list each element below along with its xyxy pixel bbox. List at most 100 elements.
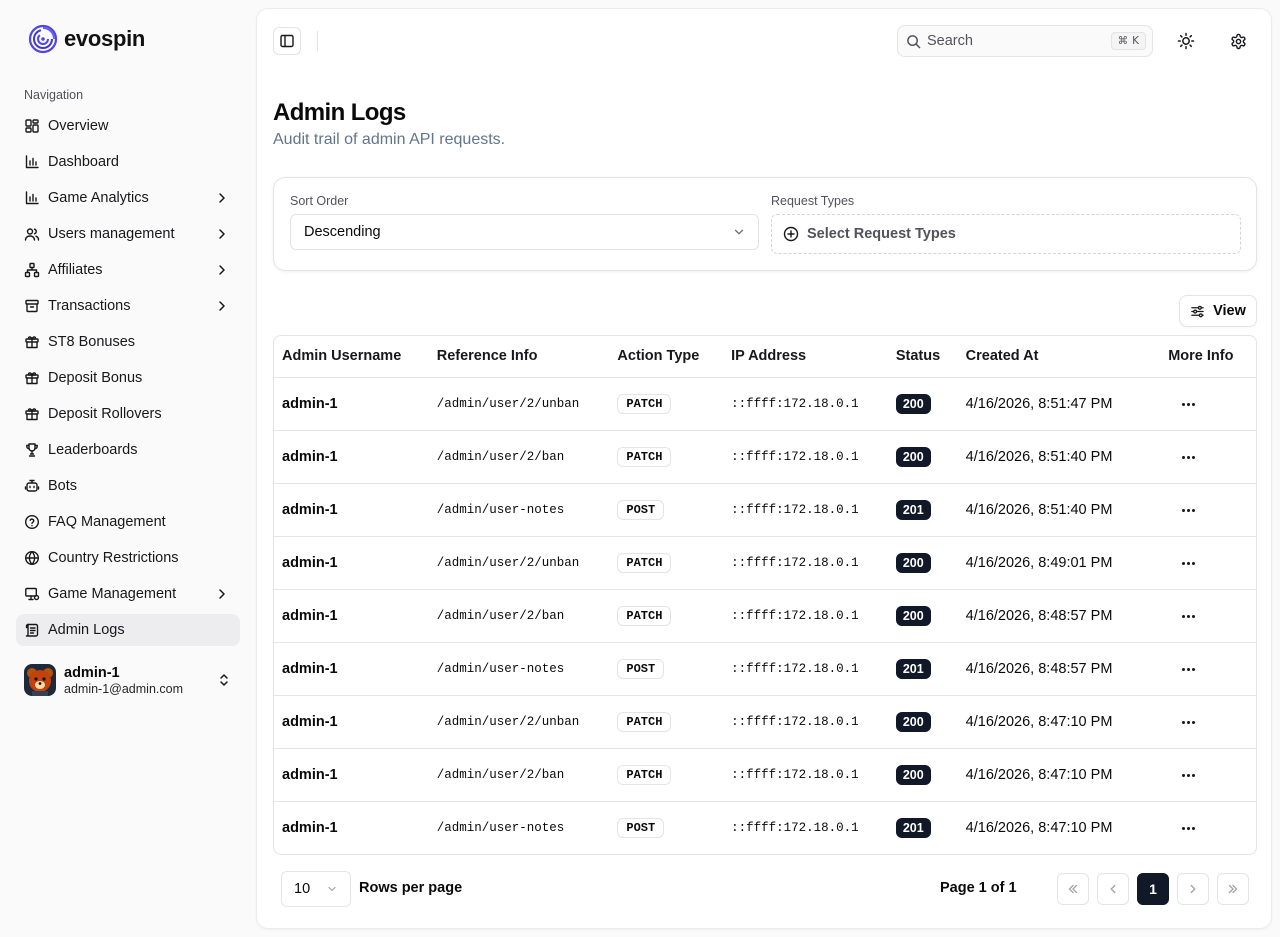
view-button-label: View (1213, 303, 1246, 319)
reference-info-cell: /admin/user-notes (428, 483, 610, 537)
column-header: More Info (1160, 336, 1256, 378)
admin-username-cell: admin-1 (274, 430, 429, 484)
search-input[interactable]: Search ⌘ K (897, 25, 1153, 57)
status-badge: 200 (895, 552, 931, 573)
more-horizontal-icon[interactable] (1178, 766, 1199, 785)
chevron-down-icon (328, 886, 336, 892)
sidebar-item-label: Leaderboards (48, 442, 138, 458)
action-type-badge: PATCH (617, 393, 672, 414)
sidebar-item-users-management[interactable]: Users management (16, 218, 240, 250)
created-at-cell: 4/16/2026, 8:47:10 PM (957, 695, 1161, 749)
bar-chart-icon (24, 154, 40, 170)
monitor-icon (24, 586, 40, 602)
next-page-button[interactable] (1177, 873, 1209, 905)
sidebar-item-st8-bonuses[interactable]: ST8 Bonuses (16, 326, 240, 358)
chevron-right-icon (219, 193, 225, 203)
ip-address-cell: ::ffff:172.18.0.1 (731, 820, 859, 835)
archive-icon (24, 298, 40, 314)
sort-order-select[interactable]: Descending (290, 214, 759, 250)
reference-info-cell: /admin/user/2/ban (428, 589, 610, 643)
sidebar-item-country-restrictions[interactable]: Country Restrictions (16, 542, 240, 574)
search-shortcut: ⌘ K (1110, 32, 1146, 50)
page-1-button[interactable]: 1 (1137, 873, 1169, 905)
status-badge: 200 (895, 764, 931, 785)
admin-username-cell: admin-1 (274, 695, 429, 749)
more-horizontal-icon[interactable] (1178, 501, 1199, 520)
created-at-cell: 4/16/2026, 8:51:40 PM (957, 483, 1161, 537)
request-types-select[interactable]: Select Request Types (771, 214, 1241, 254)
table-row: admin-1/admin/user/2/unban PATCH::ffff:17… (274, 377, 1256, 431)
sidebar-item-game-management[interactable]: Game Management (16, 578, 240, 610)
previous-page-button[interactable] (1097, 873, 1129, 905)
status-badge: 200 (895, 446, 931, 467)
sidebar-item-transactions[interactable]: Transactions (16, 290, 240, 322)
chevron-right-icon (219, 301, 225, 311)
chevron-left-icon (1110, 884, 1116, 894)
sidebar-item-label: Game Analytics (48, 190, 149, 206)
action-type-cell: POST (609, 483, 724, 537)
last-page-button[interactable] (1217, 873, 1249, 905)
sidebar-item-overview[interactable]: Overview (16, 110, 240, 142)
table-row: admin-1/admin/user-notes POST::ffff:172.1… (274, 801, 1256, 854)
more-horizontal-icon[interactable] (1178, 819, 1199, 838)
status-badge: 200 (895, 711, 931, 732)
action-type-badge: PATCH (617, 446, 672, 467)
sidebar-item-affiliates[interactable]: Affiliates (16, 254, 240, 286)
sidebar-item-label: Transactions (48, 298, 131, 314)
more-info-cell (1160, 589, 1256, 643)
sidebar-item-deposit-bonus[interactable]: Deposit Bonus (16, 362, 240, 394)
rows-per-page-select[interactable]: 10 (281, 871, 351, 907)
scroll-text-icon (24, 622, 40, 638)
more-horizontal-icon[interactable] (1178, 660, 1199, 679)
sidebar-item-deposit-rollovers[interactable]: Deposit Rollovers (16, 398, 240, 430)
more-horizontal-icon[interactable] (1178, 395, 1199, 414)
more-horizontal-icon[interactable] (1178, 607, 1199, 626)
reference-info-cell: /admin/user/2/unban (428, 377, 610, 431)
action-type-badge: PATCH (617, 605, 672, 626)
more-horizontal-icon[interactable] (1178, 554, 1199, 573)
chevrons-up-down-icon (220, 674, 228, 686)
status-cell: 200 (887, 377, 958, 431)
chevron-right-icon (219, 229, 225, 239)
gift-icon (24, 334, 40, 350)
more-horizontal-icon[interactable] (1178, 713, 1199, 732)
table-row: admin-1/admin/user/2/ban PATCH::ffff:172.… (274, 589, 1256, 643)
sidebar-item-faq-management[interactable]: FAQ Management (16, 506, 240, 538)
status-badge: 201 (895, 499, 931, 520)
sidebar-item-bots[interactable]: Bots (16, 470, 240, 502)
reference-info-cell: /admin/user/2/ban (428, 748, 610, 802)
more-info-cell (1160, 483, 1256, 537)
ip-address-cell: ::ffff:172.18.0.1 (723, 536, 888, 590)
sidebar-item-admin-logs[interactable]: Admin Logs (16, 614, 240, 646)
status-cell: 201 (887, 642, 958, 696)
ip-address-cell: ::ffff:172.18.0.1 (723, 483, 888, 537)
sidebar-item-label: FAQ Management (48, 514, 166, 530)
status-cell: 200 (887, 430, 958, 484)
table-row: admin-1/admin/user/2/ban PATCH::ffff:172.… (274, 430, 1256, 484)
column-header: Created At (957, 336, 1161, 378)
settings-button[interactable] (1228, 31, 1248, 51)
main-panel: Search ⌘ K Admin Logs Audit trail of admi… (256, 8, 1272, 929)
user-menu[interactable]: admin-1 admin-1@admin.com (16, 656, 240, 704)
sidebar-item-leaderboards[interactable]: Leaderboards (16, 434, 240, 466)
bar-chart-icon (24, 190, 40, 206)
sidebar-item-dashboard[interactable]: Dashboard (16, 146, 240, 178)
shortcut-key: K (1132, 35, 1139, 47)
action-type-cell: PATCH (609, 377, 724, 431)
first-page-button[interactable] (1057, 873, 1089, 905)
sidebar-item-label: Bots (48, 478, 78, 494)
more-horizontal-icon[interactable] (1178, 448, 1199, 467)
action-type-cell: POST (609, 801, 723, 854)
action-type-badge: PATCH (617, 552, 672, 573)
view-options-button[interactable]: View (1179, 295, 1257, 327)
avatar (24, 664, 56, 696)
created-at-cell: 4/16/2026, 8:51:47 PM (957, 377, 1161, 431)
brand-logo[interactable]: evospin (28, 24, 145, 54)
more-info-cell (1160, 801, 1256, 854)
sidebar-item-game-analytics[interactable]: Game Analytics (16, 182, 240, 214)
reference-info-cell: /admin/user-notes (436, 820, 565, 835)
sidebar-toggle-button[interactable] (273, 27, 301, 55)
status-badge: 200 (895, 393, 931, 414)
theme-toggle-button[interactable] (1176, 31, 1196, 51)
reference-info-cell: /admin/user/2/unban (428, 695, 610, 749)
